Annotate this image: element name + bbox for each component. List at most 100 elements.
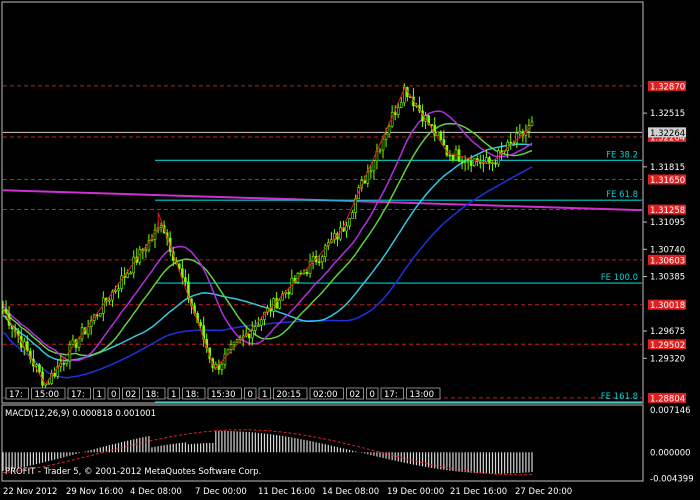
candle-body — [184, 277, 187, 283]
candle-body — [35, 364, 38, 367]
fib-level-label: FE 38.2 — [606, 150, 638, 160]
candle-body — [275, 298, 278, 309]
candle-body — [278, 299, 281, 309]
candle-body — [86, 326, 90, 335]
x-tick-label: 11 Dec 16:00 — [258, 487, 315, 497]
candle-body — [229, 344, 233, 350]
candle-body — [95, 314, 99, 317]
candle-body — [509, 141, 513, 144]
candle-body — [460, 161, 464, 163]
candle-body — [436, 131, 440, 136]
y-tick-label: 1.31095 — [650, 218, 685, 228]
y-tick-label: 1.29320 — [650, 354, 685, 364]
price-tag: 1.31258 — [650, 206, 685, 216]
candle-body — [250, 330, 254, 339]
candle-body — [114, 290, 117, 292]
main-panel — [1, 1, 644, 404]
candle-body — [506, 141, 509, 151]
candle-body — [466, 160, 470, 163]
candle-body — [38, 364, 41, 373]
candle-body — [305, 271, 309, 274]
candle-body — [317, 261, 321, 264]
y-tick-label: 1.32515 — [650, 109, 685, 119]
candle-body — [500, 150, 503, 152]
session-marker-label: 15:30 — [211, 390, 236, 400]
candle-body — [68, 344, 72, 362]
candle-body — [485, 157, 488, 163]
candle-body — [320, 256, 324, 263]
y-tick-label: 1.30740 — [650, 245, 685, 255]
price-tag: 1.32870 — [650, 82, 685, 92]
candle-body — [26, 341, 29, 352]
candle-body — [199, 322, 202, 326]
candle-body — [351, 212, 354, 219]
fib-level-label: FE 161.8 — [601, 392, 638, 402]
candle-body — [129, 272, 132, 275]
macd-tick-label: -0.004399 — [650, 474, 694, 484]
macd-label: MACD(12,26,9) 0.000818 0.001001 — [5, 409, 156, 419]
candle-body — [308, 260, 312, 274]
watermark: PROFIT - Trader 5, © 2001-2012 MetaQuote… — [5, 467, 261, 477]
x-tick-label: 7 Dec 00:00 — [195, 487, 247, 497]
candle-body — [494, 162, 497, 165]
candle-body — [448, 154, 452, 157]
candle-body — [257, 325, 260, 327]
candle-body — [469, 160, 473, 166]
candle-body — [260, 319, 263, 326]
price-chart[interactable]: FE 38.2 FE 61.8 FE 100.0 FE 161.8 1.32870 1.… — [0, 0, 700, 500]
session-marker-label: 17: — [9, 390, 23, 400]
candle-body — [369, 170, 373, 173]
candle-body — [238, 337, 242, 340]
candle-body — [378, 149, 382, 152]
x-tick-label: 22 Nov 2012 — [3, 487, 57, 497]
y-tick-label: 1.31815 — [650, 163, 685, 173]
session-marker-label: 18: — [186, 390, 200, 400]
session-marker-label: 17: — [384, 390, 398, 400]
session-marker-label: 0 — [248, 390, 253, 400]
current-price-tag: 1.32264 — [650, 129, 685, 139]
candle-body — [530, 121, 534, 127]
candle-body — [451, 154, 455, 161]
candle-body — [393, 112, 397, 115]
session-marker-label: 15:00 — [35, 390, 60, 400]
y-tick-label: 1.30385 — [650, 273, 685, 283]
candle-body — [372, 160, 376, 172]
candle-body — [120, 275, 123, 289]
candle-body — [345, 225, 348, 232]
price-tag: 1.28804 — [650, 394, 685, 404]
candle-body — [387, 125, 391, 135]
candle-body — [384, 133, 388, 140]
session-marker-label: 20:15 — [277, 390, 302, 400]
candle-body — [399, 102, 403, 108]
price-tag: 1.29502 — [650, 341, 685, 351]
candle-body — [348, 218, 351, 227]
session-marker-label: 02 — [126, 390, 137, 400]
x-tick-label: 14 Dec 08:00 — [322, 487, 379, 497]
candle-body — [98, 313, 102, 317]
x-tick-label: 4 Dec 08:00 — [130, 487, 182, 497]
x-tick-label: 29 Nov 16:00 — [66, 487, 123, 497]
candle-body — [463, 161, 467, 164]
candle-body — [65, 360, 69, 364]
price-tag: 1.31650 — [650, 176, 685, 186]
candle-body — [220, 363, 224, 370]
x-tick-label: 27 Dec 20:00 — [515, 487, 572, 497]
candle-body — [439, 131, 443, 140]
session-marker-label: 0 — [111, 390, 116, 400]
candle-body — [442, 139, 446, 146]
macd-tick-label: 0.000000 — [650, 448, 691, 458]
candle-body — [117, 288, 120, 291]
candle-body — [144, 249, 148, 252]
macd-tick-label: 0.007146 — [650, 406, 691, 416]
session-marker-label: 1 — [171, 390, 176, 400]
session-marker-label: 0 — [370, 390, 375, 400]
candle-body — [77, 338, 81, 348]
price-tag: 1.30603 — [650, 256, 685, 266]
candle-body — [62, 363, 66, 365]
session-marker-label: 02:00 — [313, 390, 338, 400]
candle-body — [518, 131, 522, 134]
candle-body — [515, 132, 519, 144]
candle-body — [132, 256, 136, 274]
session-marker-label: 13:00 — [410, 390, 435, 400]
x-tick-label: 19 Dec 00:00 — [387, 487, 444, 497]
